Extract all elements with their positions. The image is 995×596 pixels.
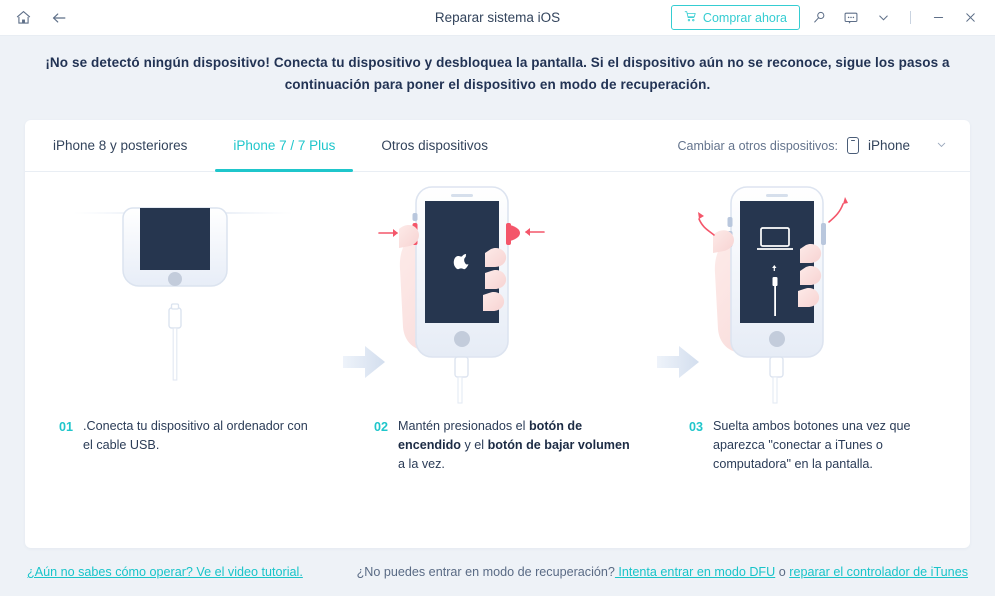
titlebar-right-controls: Comprar ahora xyxy=(670,5,995,31)
buy-now-label: Comprar ahora xyxy=(702,10,787,25)
step-1-column: 01 .Conecta tu dispositivo al ordenador … xyxy=(25,172,340,547)
step-text-part: Mantén presionados el xyxy=(398,419,529,433)
tab-iphone-8-and-later[interactable]: iPhone 8 y posteriores xyxy=(35,120,205,171)
tab-iphone-7[interactable]: iPhone 7 / 7 Plus xyxy=(215,120,354,172)
step-3-text: Suelta ambos botones una vez que aparezc… xyxy=(713,417,946,474)
titlebar-divider xyxy=(910,11,911,24)
step-text-emphasis: botón de bajar volumen xyxy=(487,438,630,453)
tab-other-devices[interactable]: Otros dispositivos xyxy=(363,120,506,171)
chevron-down-icon[interactable] xyxy=(870,5,896,31)
step-3-column: 03 Suelta ambos botones una vez que apar… xyxy=(655,172,970,547)
close-icon[interactable] xyxy=(957,5,983,31)
shopping-cart-icon xyxy=(684,10,697,26)
or-text: o xyxy=(775,565,790,579)
footer-right: ¿No puedes entrar en modo de recuperació… xyxy=(357,565,995,579)
chevron-down-icon xyxy=(935,138,948,154)
footer-left: ¿Aún no sabes cómo operar? Ve el video t… xyxy=(0,565,303,579)
device-tabs: iPhone 8 y posteriores iPhone 7 / 7 Plus… xyxy=(25,120,506,172)
step-3-illustration xyxy=(655,172,970,417)
instructions-card: iPhone 8 y posteriores iPhone 7 / 7 Plus… xyxy=(25,120,970,548)
step-2-column: 02 Mantén presionados el botón de encend… xyxy=(340,172,655,547)
feedback-bubble-icon[interactable] xyxy=(838,5,864,31)
video-tutorial-link[interactable]: ¿Aún no sabes cómo operar? Ve el video t… xyxy=(27,565,303,579)
tab-label: iPhone 7 / 7 Plus xyxy=(233,138,336,153)
recovery-question-text: ¿No puedes entrar en modo de recuperació… xyxy=(356,565,615,579)
step-2-number: 02 xyxy=(374,419,389,434)
phone-icon xyxy=(846,137,859,154)
step-text-part: y el xyxy=(461,438,488,453)
step-1-caption: 01 .Conecta tu dispositivo al ordenador … xyxy=(25,417,340,455)
device-switcher: Cambiar a otros dispositivos: iPhone xyxy=(677,137,948,154)
step-3-caption: 03 Suelta ambos botones una vez que apar… xyxy=(655,417,970,474)
step-1-number: 01 xyxy=(59,419,74,434)
search-icon[interactable] xyxy=(806,5,832,31)
hand-pressing-buttons-illustration xyxy=(377,185,545,404)
device-switcher-value: iPhone xyxy=(867,138,910,153)
hand-releasing-buttons-illustration xyxy=(697,185,848,404)
steps-container: 01 .Conecta tu dispositivo al ordenador … xyxy=(25,172,970,547)
title-bar: Reparar sistema iOS Comprar ahora xyxy=(0,0,995,36)
step-text-part: a la vez. xyxy=(398,457,445,472)
minimize-icon[interactable] xyxy=(925,5,951,31)
device-switcher-label: Cambiar a otros dispositivos: xyxy=(677,138,838,153)
step-text-part: Suelta ambos botones una vez que aparezc… xyxy=(713,419,911,472)
step-3-number: 03 xyxy=(689,419,704,434)
dfu-mode-link[interactable]: Intenta entrar en modo DFU xyxy=(615,565,775,579)
itunes-driver-link[interactable]: reparar el controlador de iTunes xyxy=(789,565,968,579)
step-1-illustration xyxy=(25,172,340,417)
step-text-part: .Conecta tu dispositivo al ordenador con… xyxy=(83,419,308,453)
tabs-row: iPhone 8 y posteriores iPhone 7 / 7 Plus… xyxy=(25,120,970,172)
buy-now-button[interactable]: Comprar ahora xyxy=(670,5,800,30)
footer-links: ¿Aún no sabes cómo operar? Ve el video t… xyxy=(0,548,995,596)
home-icon[interactable] xyxy=(12,7,34,29)
step-1-text: .Conecta tu dispositivo al ordenador con… xyxy=(83,417,316,455)
titlebar-left-controls xyxy=(0,7,70,29)
step-2-text: Mantén presionados el botón de encendido… xyxy=(398,417,631,474)
device-switcher-select[interactable]: iPhone xyxy=(846,137,948,154)
tab-label: Otros dispositivos xyxy=(381,138,488,153)
step-2-caption: 02 Mantén presionados el botón de encend… xyxy=(340,417,655,474)
phone-with-cable-illustration xyxy=(72,206,293,381)
step-2-illustration xyxy=(340,172,655,417)
tab-label: iPhone 8 y posteriores xyxy=(53,138,188,153)
back-arrow-icon[interactable] xyxy=(48,7,70,29)
no-device-banner: ¡No se detectó ningún dispositivo! Conec… xyxy=(45,55,950,92)
